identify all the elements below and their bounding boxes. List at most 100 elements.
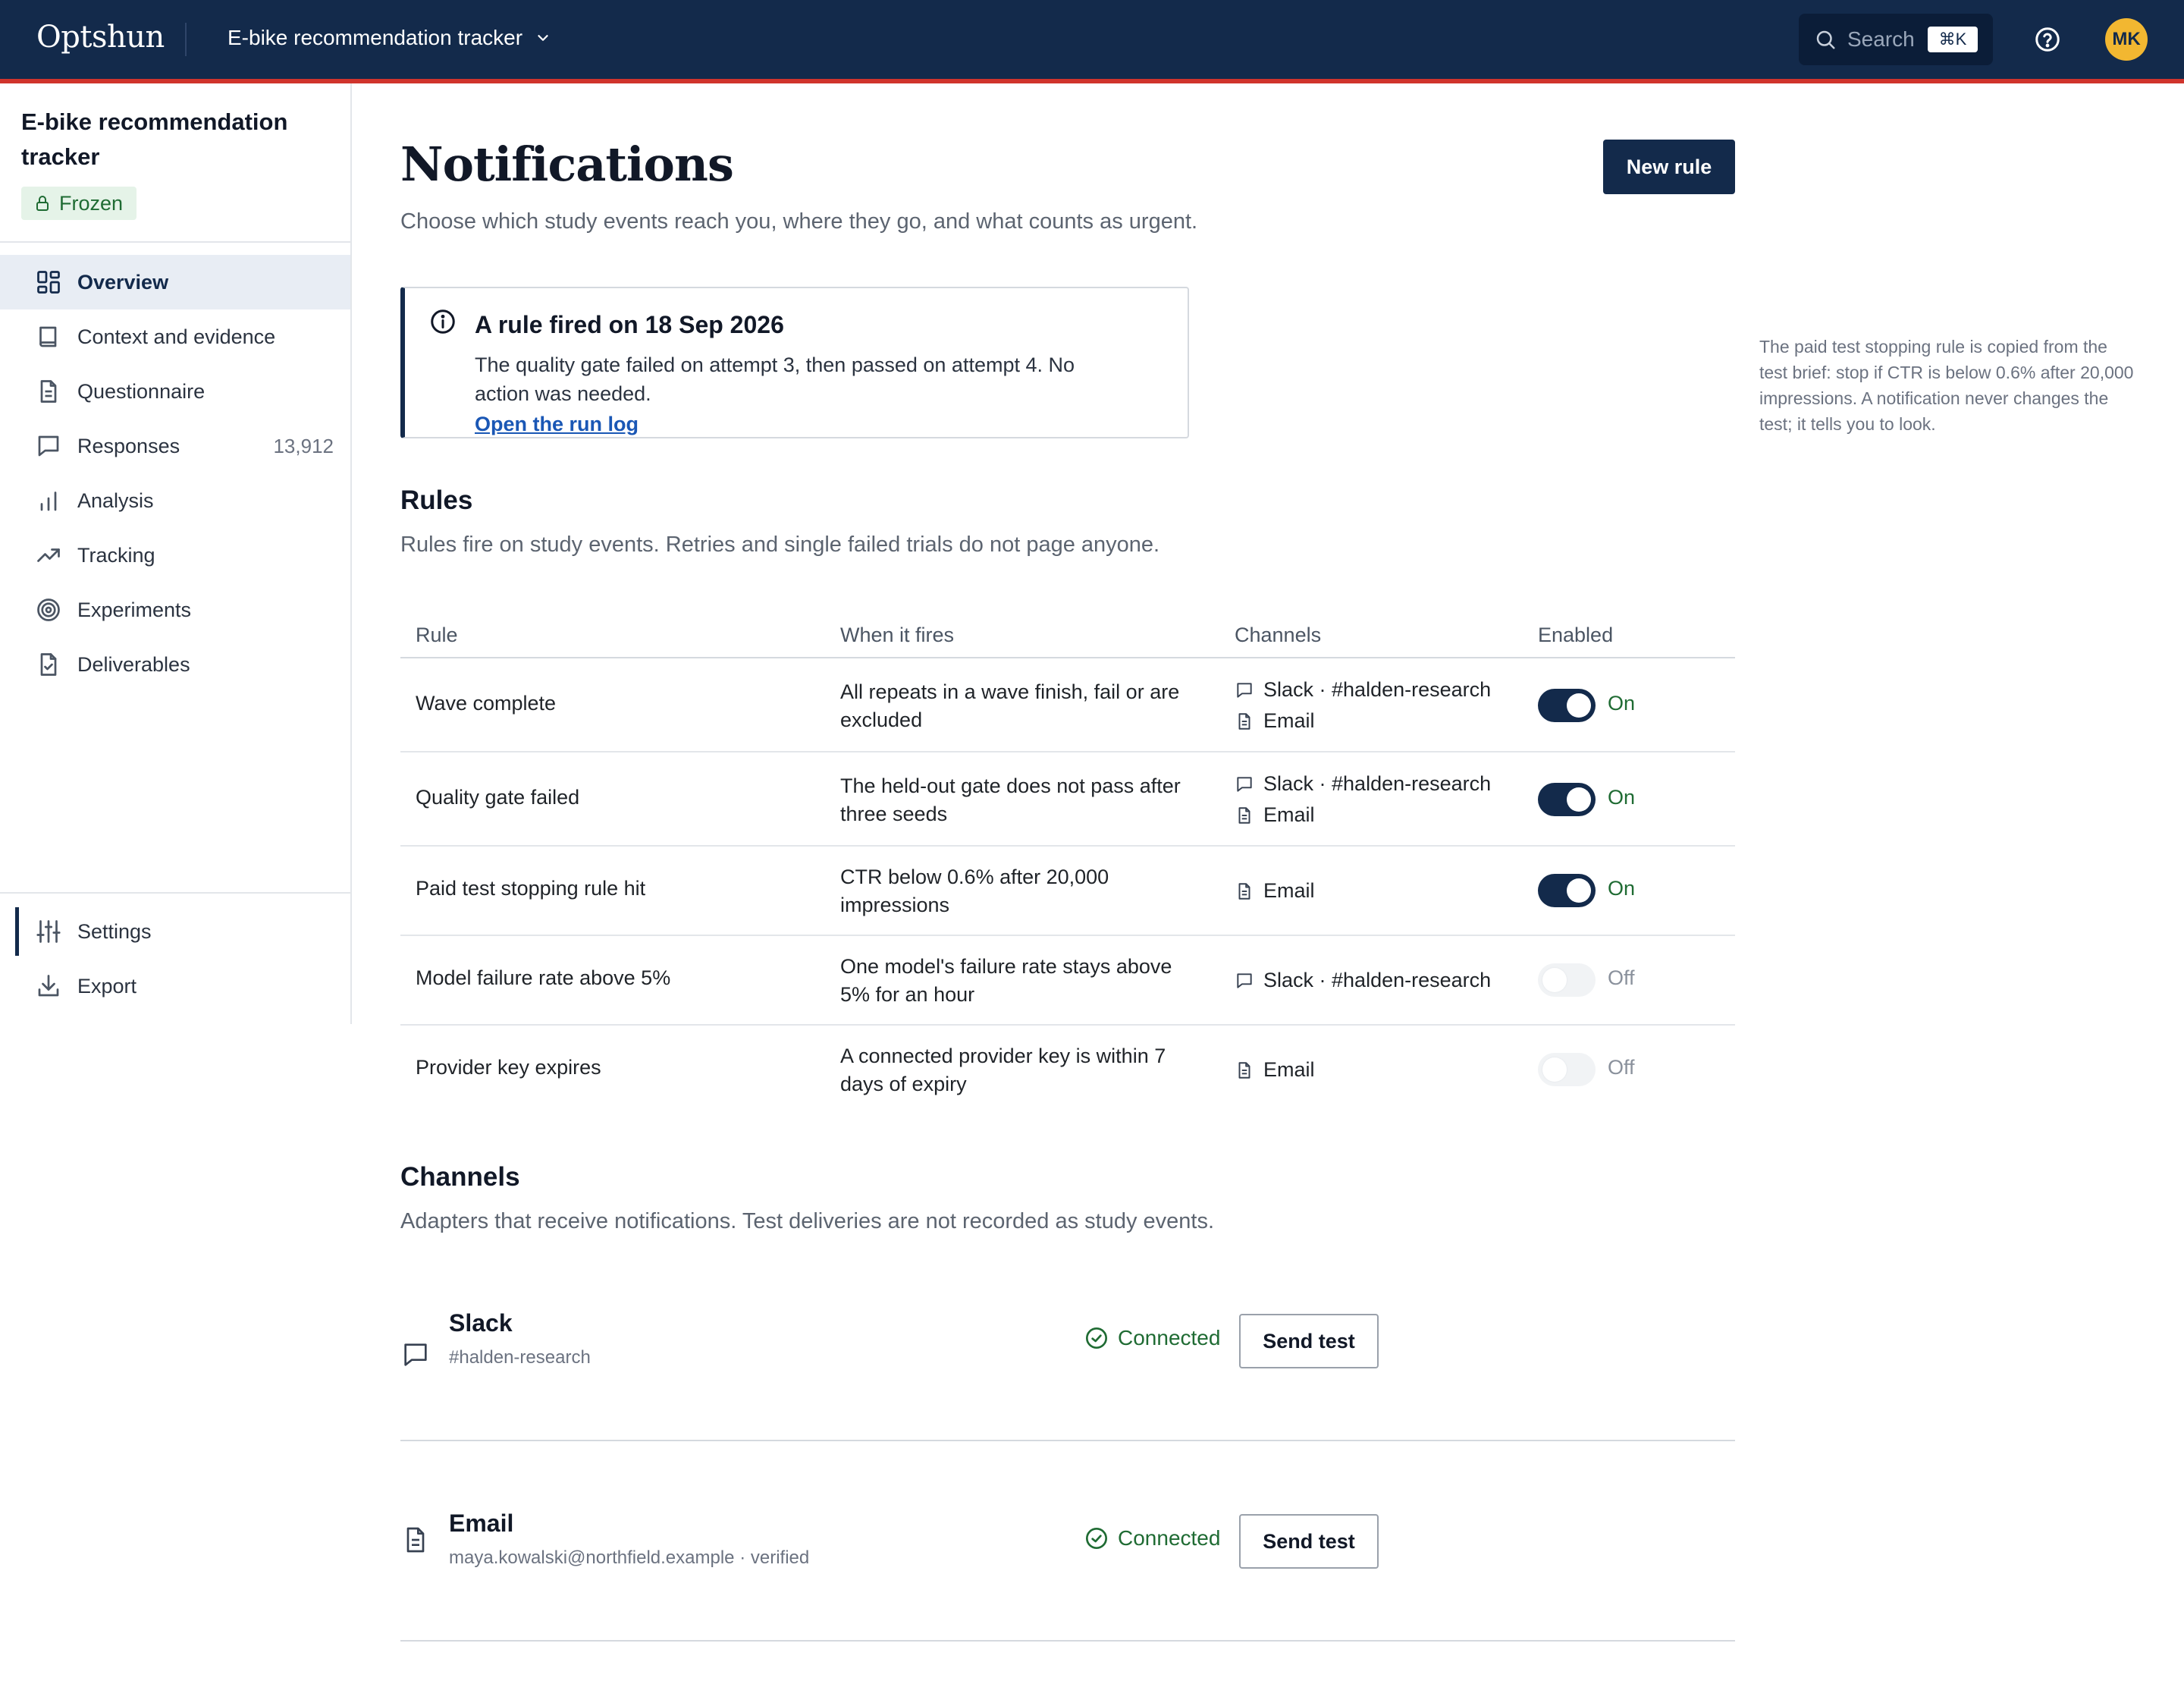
sidebar-item-tracking[interactable]: Tracking (0, 528, 350, 583)
document-icon (1238, 882, 1250, 900)
channel-label: Email (1263, 1058, 1315, 1081)
alert-title: A rule fired on 18 Sep 2026 (475, 311, 784, 338)
rule-name: Provider key expires (416, 1056, 601, 1079)
rule-channels: Slack · #halden-research Email (1235, 674, 1491, 737)
rule-name: Wave complete (416, 692, 557, 715)
send-test-button[interactable]: Send test (1239, 1314, 1379, 1368)
file-check-icon (40, 653, 57, 676)
rule-enabled-toggle[interactable] (1538, 963, 1596, 997)
table-header: Rule When it fires Channels Enabled (400, 610, 1735, 658)
topbar-divider (185, 23, 187, 56)
document-icon (1238, 806, 1250, 824)
connection-status-label: Connected (1118, 1526, 1221, 1550)
sidebar-item-label: Export (77, 974, 137, 998)
target-icon (37, 599, 60, 621)
sidebar-item-label: Settings (77, 919, 152, 943)
channel-detail: maya.kowalski@northfield.example · verif… (449, 1547, 810, 1568)
rule-channels: Email (1235, 875, 1315, 906)
download-icon (38, 975, 59, 997)
sidebar-item-export[interactable]: Export (0, 959, 350, 1013)
toggle-state-label: On (1608, 877, 1636, 900)
sidebar-divider (0, 241, 350, 243)
send-test-button[interactable]: Send test (1239, 1514, 1379, 1569)
search-icon (1816, 30, 1835, 49)
side-note: The paid test stopping rule is copied fr… (1759, 337, 2134, 434)
chat-icon (1237, 682, 1252, 698)
top-bar: Optshun E-bike recommendation tracker Se… (0, 0, 2184, 79)
sidebar-item-questionnaire[interactable]: Questionnaire (0, 364, 350, 419)
project-switcher[interactable]: E-bike recommendation tracker (228, 26, 551, 50)
sidebar-item-label: Experiments (77, 598, 192, 621)
rule-when: All repeats in a wave finish, fail or ar… (840, 680, 1180, 731)
status-badge: Frozen (21, 187, 137, 220)
rule-fired-alert: A rule fired on 18 Sep 2026 The quality … (400, 287, 1189, 438)
sidebar-item-settings[interactable]: Settings (0, 904, 350, 959)
lock-icon (36, 196, 49, 211)
sidebar-item-deliverables[interactable]: Deliverables (0, 637, 350, 692)
help-button[interactable] (2032, 24, 2063, 55)
connection-status-label: Connected (1118, 1326, 1221, 1349)
channel-line: Slack · #halden-research (1235, 768, 1491, 800)
document-icon (1238, 1061, 1250, 1079)
rule-when: A connected provider key is within 7 day… (840, 1045, 1166, 1095)
sidebar-item-label: Deliverables (77, 652, 190, 676)
chevron-down-icon (538, 35, 548, 41)
rule-enabled-toggle[interactable] (1538, 689, 1596, 722)
bar-chart-icon (40, 492, 57, 511)
sidebar-item-responses[interactable]: Responses 13,912 (0, 419, 350, 473)
sidebar-item-experiments[interactable]: Experiments (0, 583, 350, 637)
column-header-channels: Channels (1235, 624, 1322, 646)
sidebar-item-overview[interactable]: Overview (0, 255, 350, 309)
check-circle-icon (1086, 1528, 1107, 1549)
table-row: Quality gate failed The held-out gate do… (400, 752, 1735, 847)
search-button[interactable]: Search ⌘K (1799, 14, 1993, 65)
channel-label: Email (1263, 803, 1315, 826)
sidebar-item-label: Questionnaire (77, 379, 206, 403)
rule-enabled-toggle[interactable] (1538, 1053, 1596, 1086)
rule-enabled-toggle[interactable] (1538, 783, 1596, 816)
column-header-enabled: Enabled (1538, 624, 1614, 646)
channel-line: Email (1235, 1054, 1315, 1085)
rule-channels: Slack · #halden-research (1235, 965, 1491, 996)
sidebar-item-label: Tracking (77, 543, 155, 567)
rule-enabled-toggle[interactable] (1538, 874, 1596, 907)
sliders-icon (36, 920, 61, 943)
sidebar-divider (0, 892, 350, 894)
connection-status: Connected (1084, 1526, 1220, 1550)
rules-title: Rules (400, 485, 473, 515)
avatar[interactable]: MK (2105, 18, 2148, 61)
channel-label: Slack · #halden-research (1263, 772, 1492, 795)
sidebar-item-label: Analysis (77, 489, 154, 512)
channel-row-slack: Slack #halden-research Connected Send te… (400, 1274, 1735, 1441)
document-icon (406, 1527, 425, 1553)
channel-line: Email (1235, 800, 1491, 831)
check-circle-icon (1086, 1327, 1107, 1349)
brand-logo[interactable]: Optshun (36, 20, 165, 55)
sidebar-item-label: Responses (77, 434, 180, 457)
open-run-log-link[interactable]: Open the run log (475, 413, 639, 436)
sidebar-item-analysis[interactable]: Analysis (0, 473, 350, 528)
channel-line: Slack · #halden-research (1235, 674, 1491, 705)
new-rule-button[interactable]: New rule (1603, 140, 1735, 194)
trend-icon (37, 548, 60, 562)
toggle-state-label: Off (1608, 966, 1635, 989)
channel-row-email: Email maya.kowalski@northfield.example ·… (400, 1441, 1735, 1642)
rules-subtitle: Rules fire on study events. Retries and … (400, 533, 1160, 557)
sidebar-nav: Overview Context and evidence Questionna… (0, 255, 350, 692)
sidebar: E-bike recommendation tracker Frozen Ove… (0, 83, 352, 1024)
sidebar-bottom-nav: Settings Export (0, 904, 350, 1013)
table-row: Provider key expires A connected provide… (400, 1026, 1735, 1115)
channel-label: Email (1263, 709, 1315, 732)
page-title: Notifications (400, 137, 734, 192)
channel-line: Email (1235, 705, 1491, 737)
toggle-state-label: Off (1608, 1056, 1635, 1079)
rule-channels: Email (1235, 1054, 1315, 1085)
toggle-state-label: On (1608, 786, 1636, 809)
project-title: E-bike recommendation tracker (21, 108, 288, 170)
sidebar-item-context[interactable]: Context and evidence (0, 309, 350, 364)
chat-icon (1237, 776, 1252, 792)
channel-label: Slack · #halden-research (1263, 678, 1492, 701)
rule-name: Model failure rate above 5% (416, 966, 671, 989)
channel-label: Email (1263, 879, 1315, 902)
channel-name: Email (449, 1510, 514, 1537)
